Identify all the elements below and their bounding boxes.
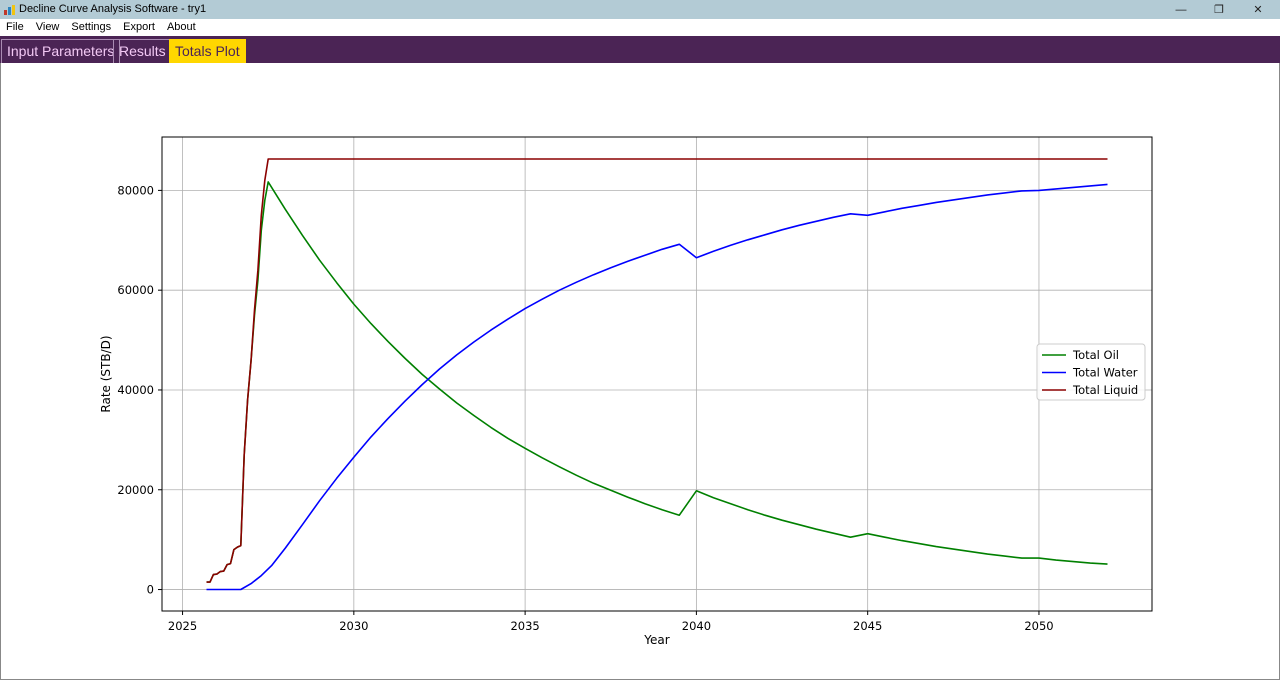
tab-bar: Input Parameters Results Totals Plot [0, 36, 1280, 63]
series-lines [206, 158, 1108, 591]
plot-frame [161, 136, 1153, 612]
restore-icon[interactable]: ❐ [1201, 0, 1237, 19]
x-tick-label: 2045 [853, 619, 882, 633]
legend-label: Total Oil [1072, 348, 1119, 362]
window-title: Decline Curve Analysis Software - try1 [19, 3, 207, 15]
totals-chart: 2025 2030 2035 2040 2045 2050 0 20000 40000 60000… [99, 136, 1153, 647]
legend-label: Total Water [1072, 366, 1138, 380]
menu-bar: File View Settings Export About [0, 19, 1280, 36]
axis-ticks: 2025 2030 2035 2040 2045 2050 0 20000 40000 60000… [117, 183, 1053, 633]
x-tick-label: 2030 [339, 619, 368, 633]
app-icon [4, 5, 15, 15]
y-tick-label: 60000 [117, 283, 154, 297]
series-line-total-oil [206, 181, 1108, 583]
x-tick-label: 2025 [168, 619, 197, 633]
close-icon[interactable]: ✕ [1240, 0, 1276, 19]
series-line-total-liquid [206, 158, 1108, 583]
menu-about[interactable]: About [161, 19, 202, 36]
y-tick-label: 80000 [117, 183, 154, 197]
menu-file[interactable]: File [0, 19, 30, 36]
tab-totals-plot[interactable]: Totals Plot [169, 39, 246, 63]
menu-settings[interactable]: Settings [65, 19, 117, 36]
x-axis-label: Year [643, 633, 669, 647]
y-tick-label: 0 [147, 583, 154, 597]
y-tick-label: 40000 [117, 383, 154, 397]
title-bar: Decline Curve Analysis Software - try1 —… [0, 0, 1280, 19]
series-line-total-water [206, 183, 1108, 591]
plot-panel: 2025 2030 2035 2040 2045 2050 0 20000 40000 60000… [0, 63, 1280, 680]
legend-label: Total Liquid [1072, 383, 1138, 397]
chart-legend: Total Oil Total Water Total Liquid [1036, 343, 1146, 401]
grid-lines [162, 137, 1152, 611]
tab-input-parameters[interactable]: Input Parameters [1, 39, 121, 63]
y-tick-label: 20000 [117, 483, 154, 497]
y-axis-label: Rate (STB/D) [99, 335, 113, 412]
menu-export[interactable]: Export [117, 19, 161, 36]
x-tick-label: 2040 [682, 619, 711, 633]
x-tick-label: 2050 [1024, 619, 1053, 633]
tab-results[interactable]: Results [113, 39, 172, 63]
minimize-icon[interactable]: — [1163, 0, 1199, 19]
menu-view[interactable]: View [30, 19, 66, 36]
x-tick-label: 2035 [510, 619, 539, 633]
